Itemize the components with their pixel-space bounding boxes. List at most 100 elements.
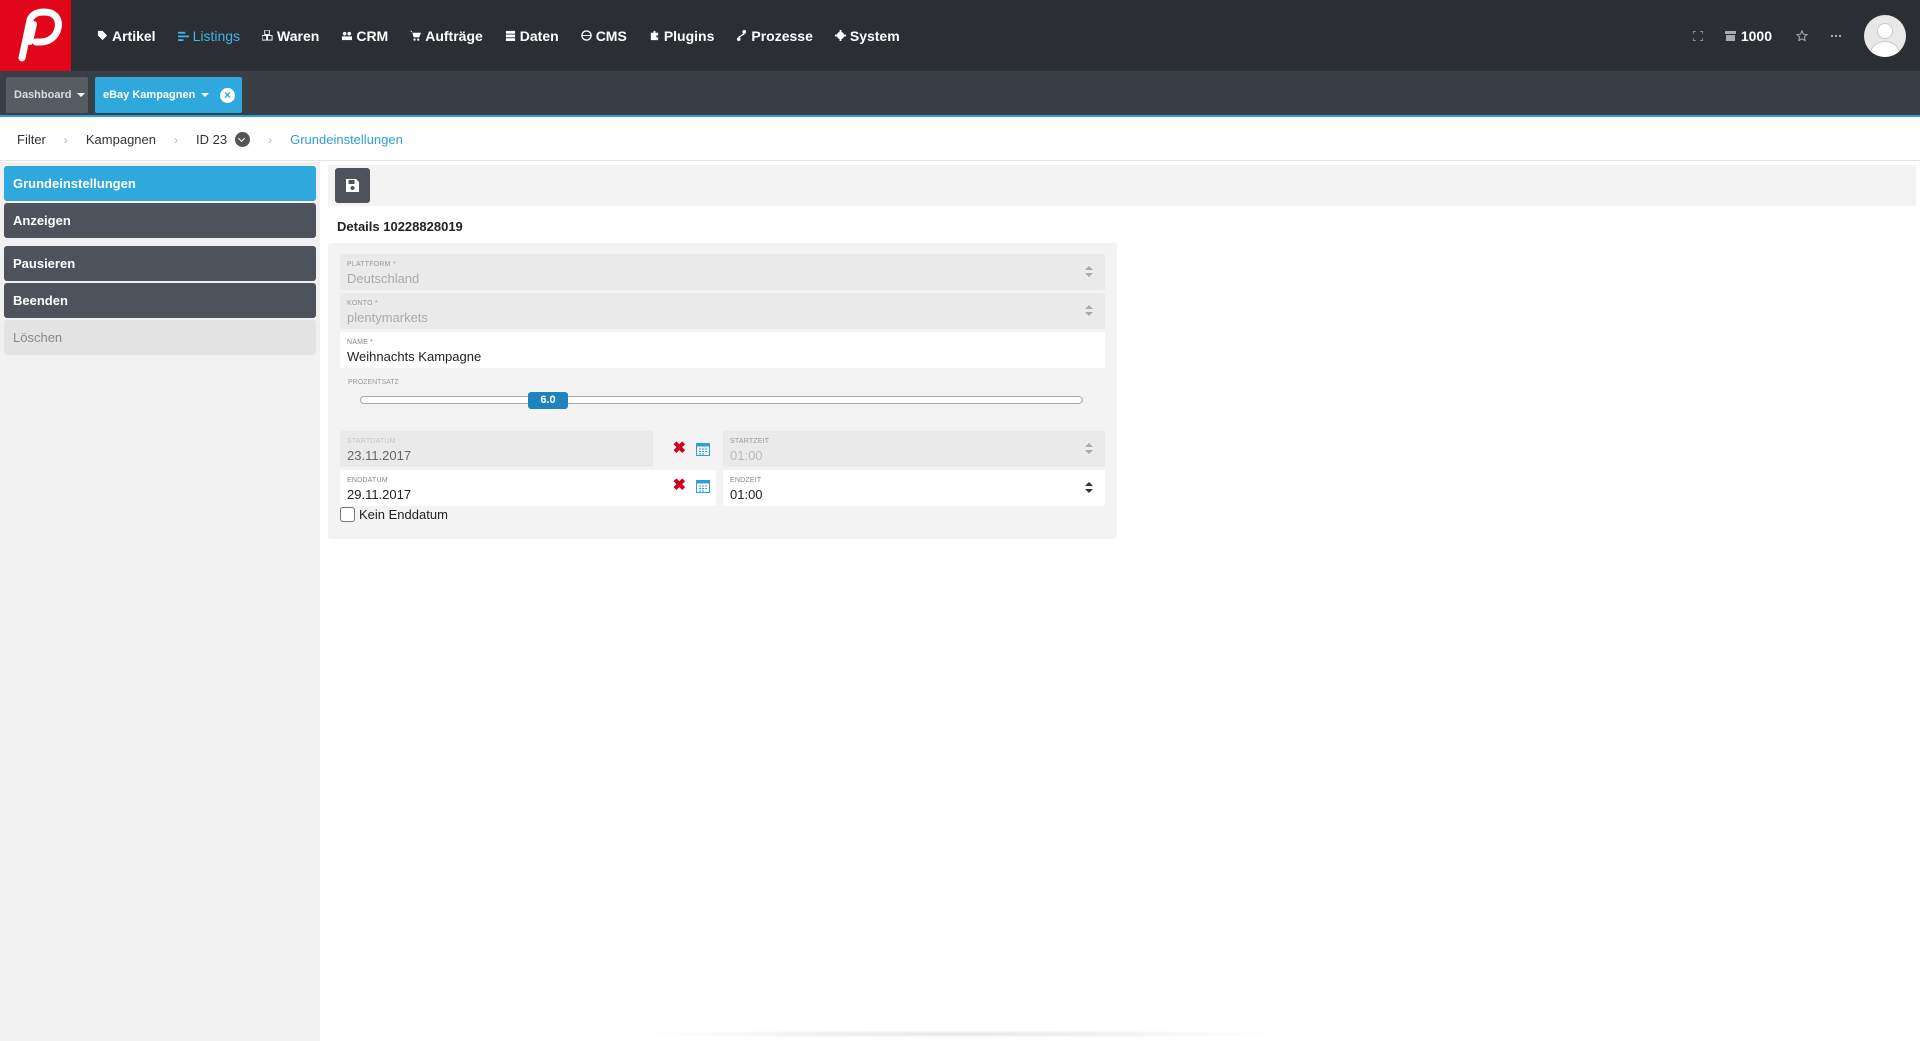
start-date-label: Startdatum [347,438,396,445]
calendar-icon[interactable] [696,442,710,456]
end-time-label: Endzeit [730,477,762,484]
sidebar-item-pausieren[interactable]: Pausieren [4,246,316,281]
nav-label: CRM [356,27,389,44]
start-date-actions: ✖ [652,431,716,467]
expand-icon[interactable] [1692,30,1703,41]
nav-item-plugins[interactable]: Plugins [649,27,715,44]
process-icon [737,30,747,41]
start-date-value: 23.11.2017 [347,448,412,463]
nav-item-cms[interactable]: CMS [580,27,627,44]
select-arrows-icon [1085,443,1093,455]
close-icon[interactable]: × [220,88,235,103]
sidebar-item-loeschen: Löschen [4,320,316,355]
tab-dashboard[interactable]: Dashboard [6,77,88,113]
nav-item-crm[interactable]: CRM [341,28,388,44]
tab-label: Dashboard [14,89,72,101]
nav-item-listings[interactable]: Listings [177,28,240,44]
platform-value: Deutschland [347,271,420,286]
start-time-label: Startzeit [730,438,770,445]
logo-icon [18,8,62,62]
percentage-slider-handle[interactable]: 6.0 [527,392,568,409]
breadcrumb-grundeinstellungen[interactable]: Grundeinstellungen [290,132,403,147]
bottom-shadow [630,1030,1290,1038]
nav-item-waren[interactable]: Waren [262,28,319,44]
chevron-down-icon [201,93,210,97]
breadcrumb-filter[interactable]: Filter [17,132,46,147]
end-date-label: Enddatum [347,477,388,484]
tag-icon [97,30,108,41]
tab-ebay-kampagnen[interactable]: eBay Kampagnen × [95,77,242,113]
save-button[interactable] [335,168,370,203]
toolbar [328,165,1916,206]
globe-icon [580,30,592,41]
platform-label: Plattform * [347,261,396,268]
tab-label: eBay Kampagnen [103,89,196,101]
end-time-select[interactable]: Endzeit 01:00 [723,470,1105,506]
start-date-field[interactable]: Startdatum 23.11.2017 ✖ [340,431,716,467]
percentage-slider-track[interactable] [360,396,1083,404]
breadcrumb: Filter › Kampagnen › ID 23 › Grundeinste… [0,119,1920,161]
start-time-select[interactable]: Startzeit 01:00 [723,431,1105,467]
no-end-date-label[interactable]: Kein Enddatum [359,507,448,522]
account-label: Konto * [347,300,378,307]
nav-label: Daten [519,27,559,44]
select-arrows-icon [1085,266,1093,278]
breadcrumb-id[interactable]: ID 23 [196,132,251,147]
nav-item-system[interactable]: System [834,27,900,44]
no-end-date-checkbox[interactable] [340,507,355,522]
nav-item-daten[interactable]: Daten [505,28,559,44]
gear-icon [834,30,846,41]
chevron-right-icon: › [268,132,273,147]
sidebar-item-beenden[interactable]: Beenden [4,283,316,318]
nav-item-artikel[interactable]: Artikel [97,28,156,44]
no-end-date-row: Kein Enddatum [340,507,448,522]
top-navigation-bar: Artikel Listings Waren CRM Aufträge Date… [0,0,1920,71]
nav-item-prozesse[interactable]: Prozesse [736,27,813,44]
cart-icon [410,30,422,41]
details-title: Details 10228828019 [337,219,463,234]
sidebar-item-anzeigen[interactable]: Anzeigen [4,203,316,238]
breadcrumb-id-label: ID 23 [196,132,228,147]
top-right-actions: 1000 [1692,0,1920,71]
percentage-label: Prozentsatz [348,379,399,386]
floppy-disk-icon [346,179,359,192]
list-icon [177,31,189,41]
platform-select[interactable]: Plattform * Deutschland [340,254,1105,290]
clear-icon[interactable]: ✖ [673,441,686,457]
main-menu: Artikel Listings Waren CRM Aufträge Date… [97,0,922,71]
end-date-actions: ✖ [673,478,710,494]
settings-form: Plattform * Deutschland Konto * plentyma… [328,243,1117,539]
tab-bar: Dashboard eBay Kampagnen × [0,71,1920,117]
counter-value: 1000 [1740,27,1772,44]
chevron-down-circle-icon[interactable] [235,132,251,147]
boxes-icon [262,30,273,41]
name-label: Name * [347,339,374,346]
store-counter[interactable]: 1000 [1724,27,1772,44]
nav-label: System [849,27,900,44]
sidebar: Grundeinstellungen Anzeigen Pausieren Be… [0,162,320,1041]
chevron-right-icon: › [63,132,68,147]
store-icon [1724,30,1736,41]
nav-item-auftraege[interactable]: Aufträge [410,28,483,44]
calendar-icon[interactable] [696,479,710,493]
puzzle-icon [650,30,658,41]
nav-label: Waren [277,27,320,44]
plentymarkets-logo[interactable] [0,0,71,71]
clear-icon[interactable]: ✖ [673,478,686,494]
avatar[interactable] [1864,14,1906,57]
start-time-value: 01:00 [730,448,763,463]
nav-label: Artikel [112,27,156,44]
nav-label: Plugins [663,27,715,44]
breadcrumb-kampagnen[interactable]: Kampagnen [86,132,156,147]
sidebar-item-grundeinstellungen[interactable]: Grundeinstellungen [4,166,316,201]
account-select[interactable]: Konto * plentymarkets [340,293,1105,329]
nav-label: CMS [595,27,627,44]
more-icon[interactable] [1830,34,1842,38]
name-input[interactable]: Name * Weihnachts Kampagne [340,332,1105,368]
nav-label: Aufträge [425,27,483,44]
star-icon[interactable] [1796,29,1808,42]
end-date-field[interactable]: Enddatum 29.11.2017 ✖ [340,470,716,506]
chevron-right-icon: › [174,132,179,147]
select-arrows-icon [1085,305,1093,317]
nav-label: Prozesse [751,27,813,44]
